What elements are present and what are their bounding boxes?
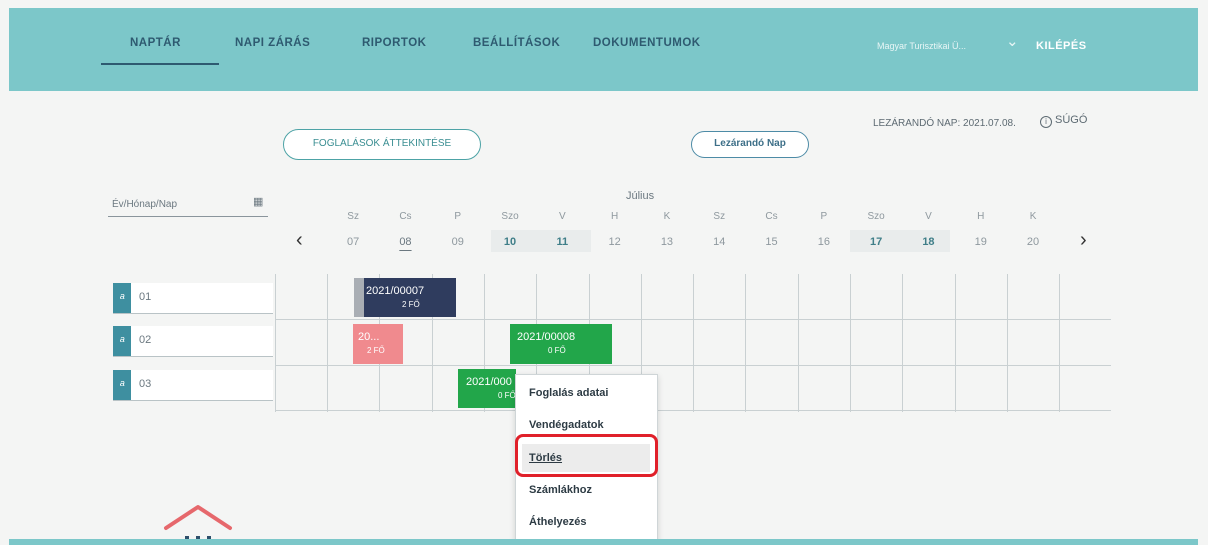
- day-number[interactable]: 08: [385, 236, 425, 248]
- room-row-label[interactable]: ᵃ 02: [113, 326, 273, 357]
- room-number: 03: [139, 378, 152, 390]
- day-number[interactable]: 09: [438, 236, 478, 248]
- day-number[interactable]: 10: [490, 236, 530, 248]
- nav-item-daily-close[interactable]: NAPI ZÁRÁS: [235, 37, 310, 49]
- day-name: Szo: [501, 211, 519, 222]
- day-name: V: [925, 211, 932, 222]
- day-name: V: [559, 211, 566, 222]
- help-label: SÚGÓ: [1055, 114, 1088, 126]
- month-label: Július: [626, 190, 655, 202]
- grid-column-line: [275, 274, 276, 412]
- menu-item-move[interactable]: Áthelyezés: [522, 508, 650, 536]
- booking-people: 2 FŐ: [367, 346, 385, 355]
- day-name: K: [1029, 211, 1037, 222]
- room-number: 02: [139, 334, 152, 346]
- menu-item-booking-details[interactable]: Foglalás adatai: [522, 379, 650, 407]
- context-menu: Foglalás adatai Vendégadatok Törlés Szám…: [515, 374, 658, 542]
- day-name: Cs: [765, 211, 778, 222]
- bottom-bar: [9, 539, 1198, 545]
- key-icon: ᵃ: [113, 326, 131, 356]
- booking-code: 2021/00007: [366, 285, 425, 297]
- key-icon: ᵃ: [113, 283, 131, 313]
- day-name: P: [454, 211, 462, 222]
- day-name: H: [977, 211, 985, 222]
- date-input-placeholder: Év/Hónap/Nap: [112, 199, 178, 210]
- day-number[interactable]: 07: [333, 236, 373, 248]
- booking-stripe: [354, 278, 364, 317]
- active-tab-indicator: [101, 63, 219, 65]
- booking-code: 2021/000: [466, 376, 512, 388]
- info-icon: i: [1040, 116, 1052, 128]
- day-number[interactable]: 18: [908, 236, 948, 248]
- close-day-button[interactable]: Lezárandó Nap: [691, 131, 809, 158]
- bookings-overview-button[interactable]: FOGLALÁSOK ÁTTEKINTÉSE: [283, 129, 481, 160]
- grid-column-line: [798, 274, 799, 412]
- room-number: 01: [139, 291, 152, 303]
- menu-item-delete[interactable]: Törlés: [522, 444, 650, 472]
- booking-code: 2021/00008: [517, 331, 576, 343]
- grid-column-line: [955, 274, 956, 412]
- nav-item-calendar[interactable]: NAPTÁR: [130, 37, 181, 49]
- grid-column-line: [1059, 274, 1060, 412]
- day-name: H: [611, 211, 619, 222]
- day-name: K: [663, 211, 671, 222]
- day-name: Szo: [867, 211, 885, 222]
- day-number[interactable]: 11: [542, 236, 582, 248]
- day-name: Sz: [713, 211, 726, 222]
- grid-column-line: [1007, 274, 1008, 412]
- logout-button[interactable]: KILÉPÉS: [1036, 40, 1087, 52]
- grid-row-line: [275, 319, 1111, 320]
- booking-block[interactable]: 2021/00008 0 FŐ: [510, 324, 612, 364]
- key-icon: ᵃ: [113, 370, 131, 400]
- menu-item-guest-data[interactable]: Vendégadatok: [522, 411, 650, 439]
- day-number[interactable]: 19: [961, 236, 1001, 248]
- booking-people: 2 FŐ: [402, 300, 420, 309]
- nav-item-documents[interactable]: DOKUMENTUMOK: [593, 37, 701, 49]
- user-selector[interactable]: Magyar Turisztikai Ü...: [877, 41, 966, 51]
- day-number[interactable]: 15: [752, 236, 792, 248]
- chevron-right-icon[interactable]: ›: [1080, 229, 1087, 252]
- booking-block[interactable]: 2021/00007 2 FŐ: [354, 278, 456, 317]
- grid-column-line: [745, 274, 746, 412]
- grid-column-line: [850, 274, 851, 412]
- booking-code: 20...: [358, 331, 380, 343]
- help-link[interactable]: i SÚGÓ: [1040, 114, 1087, 128]
- nav-item-reports[interactable]: RIPORTOK: [362, 37, 427, 49]
- booking-block[interactable]: 20... 2 FŐ: [353, 324, 403, 364]
- room-row-label[interactable]: ᵃ 01: [113, 283, 273, 314]
- day-number[interactable]: 17: [856, 236, 896, 248]
- room-row-label[interactable]: ᵃ 03: [113, 370, 273, 401]
- grid-column-line: [327, 274, 328, 412]
- booking-people: 0 FŐ: [498, 391, 516, 400]
- menu-item-invoices[interactable]: Számlákhoz: [522, 476, 650, 504]
- calendar-icon[interactable]: ▦: [253, 195, 263, 208]
- app-window: NAPTÁR NAPI ZÁRÁS RIPORTOK BEÁLLÍTÁSOK D…: [0, 0, 1208, 545]
- day-name: Cs: [399, 211, 412, 222]
- close-day-info: LEZÁRANDÓ NAP: 2021.07.08.: [873, 118, 1016, 129]
- day-number[interactable]: 12: [595, 236, 635, 248]
- day-name: Sz: [347, 211, 359, 222]
- grid-column-line: [902, 274, 903, 412]
- grid-row-line: [275, 410, 1111, 411]
- chevron-left-icon[interactable]: ‹: [296, 229, 303, 252]
- grid-row-line: [275, 365, 1111, 366]
- chevron-down-icon[interactable]: ⌄: [1006, 32, 1019, 50]
- top-navigation-bar: NAPTÁR NAPI ZÁRÁS RIPORTOK BEÁLLÍTÁSOK D…: [9, 8, 1198, 91]
- day-number[interactable]: 16: [804, 236, 844, 248]
- booking-block[interactable]: 2021/000 0 FŐ: [458, 369, 516, 408]
- day-number[interactable]: 14: [699, 236, 739, 248]
- grid-column-line: [693, 274, 694, 412]
- day-number[interactable]: 13: [647, 236, 687, 248]
- day-name: P: [820, 211, 828, 222]
- booking-people: 0 FŐ: [548, 346, 566, 355]
- nav-item-settings[interactable]: BEÁLLÍTÁSOK: [473, 37, 560, 49]
- day-number[interactable]: 20: [1013, 236, 1053, 248]
